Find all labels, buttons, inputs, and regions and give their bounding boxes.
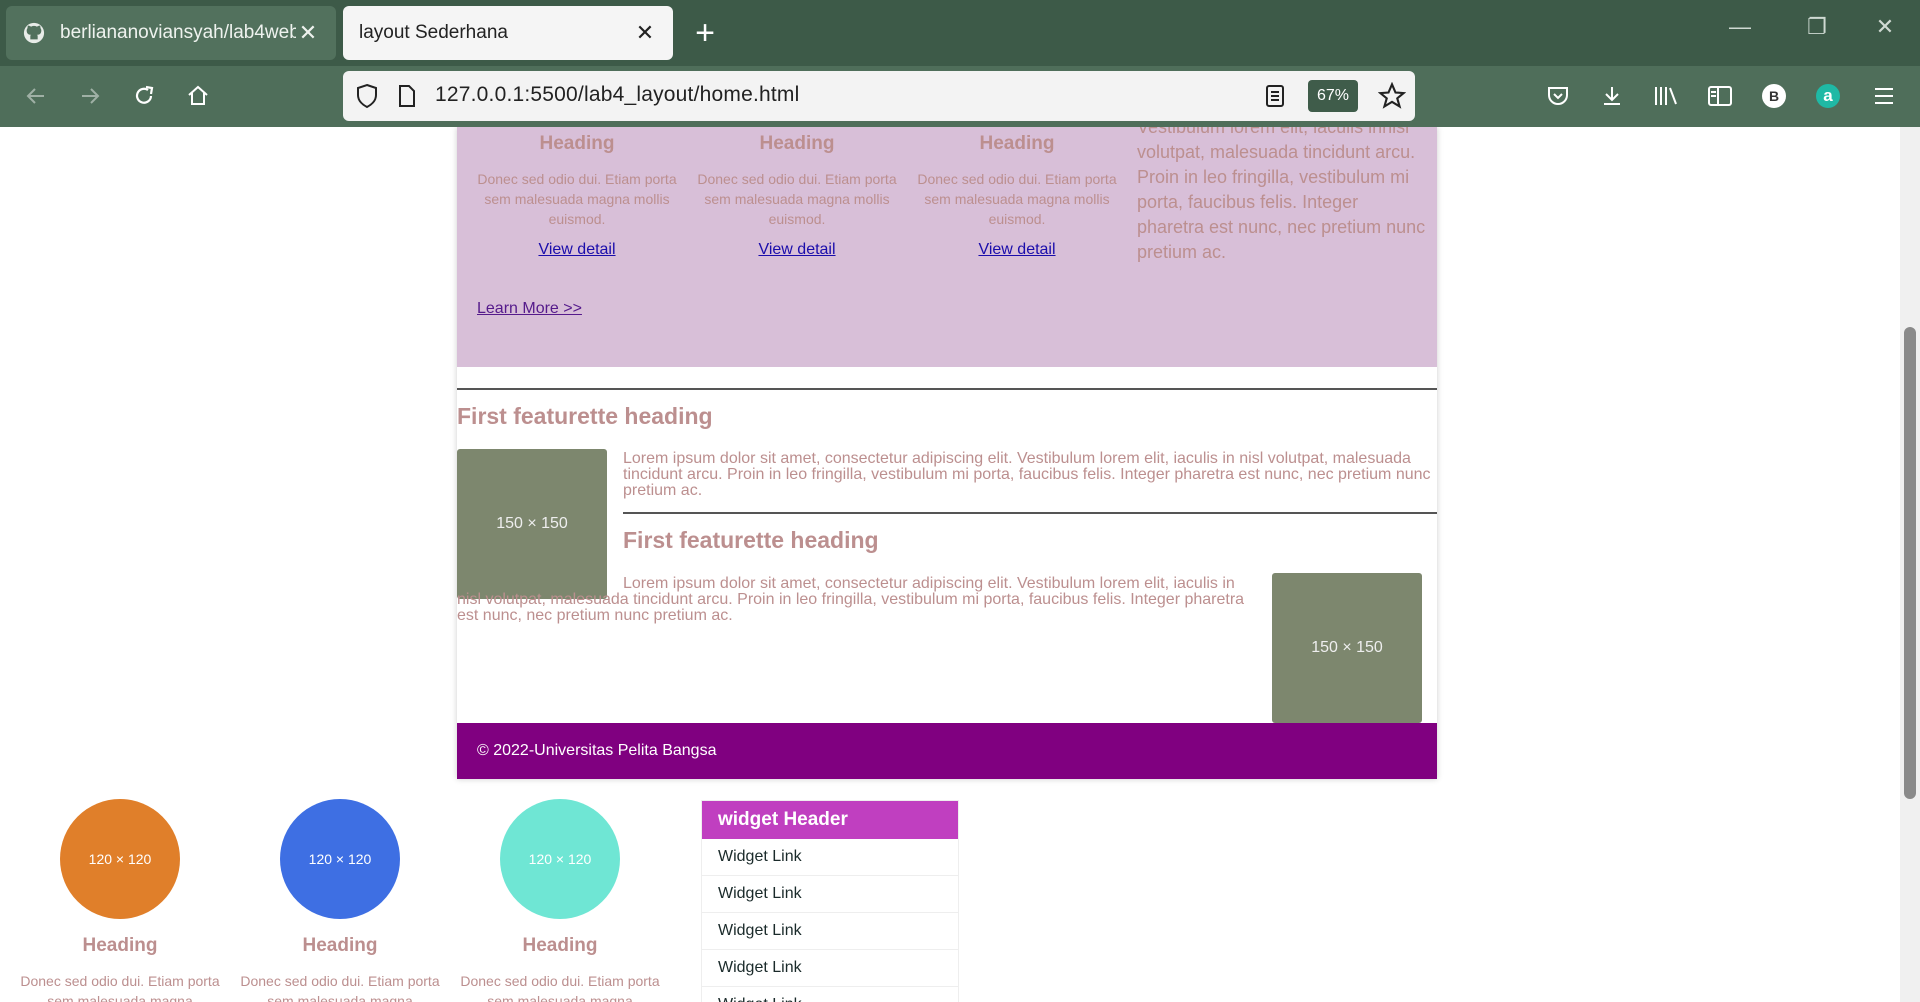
- vertical-scrollbar[interactable]: [1900, 127, 1920, 1002]
- shield-icon[interactable]: [355, 83, 379, 114]
- navigation-toolbar: 127.0.0.1:5500/lab4_layout/home.html 67%…: [0, 66, 1920, 127]
- home-icon[interactable]: [180, 78, 216, 114]
- featurette-text: Lorem ipsum dolor sit amet, consectetur …: [457, 575, 1245, 624]
- address-bar[interactable]: 127.0.0.1:5500/lab4_layout/home.html 67%: [343, 71, 1415, 121]
- hero-side-text: Vestibulum lorem elit, iaculis innisl vo…: [1137, 127, 1426, 262]
- github-icon: [22, 21, 46, 45]
- column-heading: Heading: [979, 133, 1055, 154]
- tab-title: berliananoviansyah/lab4web: [60, 22, 296, 43]
- page-icon[interactable]: [398, 84, 416, 113]
- column-heading: Heading: [82, 935, 158, 956]
- back-icon[interactable]: [18, 78, 54, 114]
- download-icon[interactable]: [1594, 78, 1630, 114]
- zoom-level[interactable]: 67%: [1308, 80, 1358, 112]
- hero-section: Heading Donec sed odio dui. Etiam porta …: [457, 127, 1437, 367]
- account-icon[interactable]: B: [1756, 78, 1792, 114]
- close-tab-icon[interactable]: ✕: [296, 20, 320, 46]
- tab-title: layout Sederhana: [359, 22, 508, 43]
- featurette-text: Lorem ipsum dolor sit amet, consectetur …: [623, 450, 1431, 499]
- reader-view-icon[interactable]: [1265, 84, 1285, 113]
- extension-badge: a: [1816, 84, 1840, 108]
- account-badge: B: [1762, 84, 1786, 108]
- extension-icon[interactable]: a: [1810, 78, 1846, 114]
- column-text: Donec sed odio dui. Etiam porta sem male…: [917, 171, 1117, 227]
- page-viewport: Heading Donec sed odio dui. Etiam porta …: [0, 127, 1900, 1002]
- featurette-heading: First featurette heading: [623, 527, 879, 553]
- widget-link[interactable]: Widget Link: [702, 913, 958, 950]
- scrollbar-thumb[interactable]: [1904, 327, 1916, 799]
- menu-icon[interactable]: [1866, 78, 1902, 114]
- sidebar-icon[interactable]: [1702, 78, 1738, 114]
- hero-column: Heading Donec sed odio dui. Etiam porta …: [477, 127, 677, 259]
- column-heading: Heading: [759, 133, 835, 154]
- close-tab-icon[interactable]: ✕: [633, 20, 657, 46]
- forward-icon[interactable]: [72, 78, 108, 114]
- column-text: Donec sed odio dui. Etiam porta sem male…: [460, 973, 660, 1002]
- view-detail-link[interactable]: View detail: [978, 241, 1055, 259]
- pocket-icon[interactable]: [1540, 78, 1576, 114]
- divider: [457, 388, 1437, 390]
- featurette-image: 150 × 150: [1272, 573, 1422, 723]
- column-text: Donec sed odio dui. Etiam porta sem male…: [240, 973, 440, 1002]
- column-text: Donec sed odio dui. Etiam porta sem male…: [697, 171, 897, 227]
- new-tab-button[interactable]: +: [690, 16, 720, 50]
- view-detail-link[interactable]: View detail: [758, 241, 835, 259]
- circle-image: 120 × 120: [500, 799, 620, 919]
- widget-link[interactable]: Widget Link: [702, 987, 958, 1002]
- widget-link[interactable]: Widget Link: [702, 950, 958, 987]
- reload-icon[interactable]: [126, 78, 162, 114]
- column-text: Donec sed odio dui. Etiam porta sem male…: [477, 171, 677, 227]
- widget-link[interactable]: Widget Link: [702, 839, 958, 876]
- url-text[interactable]: 127.0.0.1:5500/lab4_layout/home.html: [435, 83, 799, 107]
- hero-column: Heading Donec sed odio dui. Etiam porta …: [697, 127, 897, 259]
- tab-github[interactable]: berliananoviansyah/lab4web ✕: [6, 6, 336, 60]
- circle-image: 120 × 120: [60, 799, 180, 919]
- footer: © 2022-Universitas Pelita Bangsa: [457, 723, 1437, 779]
- learn-more-link[interactable]: Learn More >>: [477, 300, 582, 318]
- hero-column: Heading Donec sed odio dui. Etiam porta …: [917, 127, 1117, 259]
- tab-layout[interactable]: layout Sederhana ✕: [343, 6, 673, 60]
- restore-icon[interactable]: ❐: [1797, 14, 1837, 40]
- featurette-heading: First featurette heading: [457, 403, 713, 429]
- tab-strip: berliananoviansyah/lab4web ✕ layout Sede…: [0, 0, 1920, 66]
- view-detail-link[interactable]: View detail: [538, 241, 615, 259]
- bookmark-star-icon[interactable]: [1377, 81, 1407, 115]
- widget-link[interactable]: Widget Link: [702, 876, 958, 913]
- column-text: Donec sed odio dui. Etiam porta sem male…: [20, 973, 220, 1002]
- minimize-icon[interactable]: —: [1720, 14, 1760, 40]
- column-heading: Heading: [539, 133, 615, 154]
- widget-header: widget Header: [702, 801, 958, 839]
- column-heading: Heading: [302, 935, 378, 956]
- close-window-icon[interactable]: ✕: [1865, 14, 1905, 40]
- circle-image: 120 × 120: [280, 799, 400, 919]
- widget-box: widget Header Widget Link Widget Link Wi…: [701, 800, 959, 1002]
- library-icon[interactable]: [1648, 78, 1684, 114]
- main-container: Heading Donec sed odio dui. Etiam porta …: [457, 127, 1437, 779]
- column-heading: Heading: [522, 935, 598, 956]
- divider: [623, 512, 1437, 514]
